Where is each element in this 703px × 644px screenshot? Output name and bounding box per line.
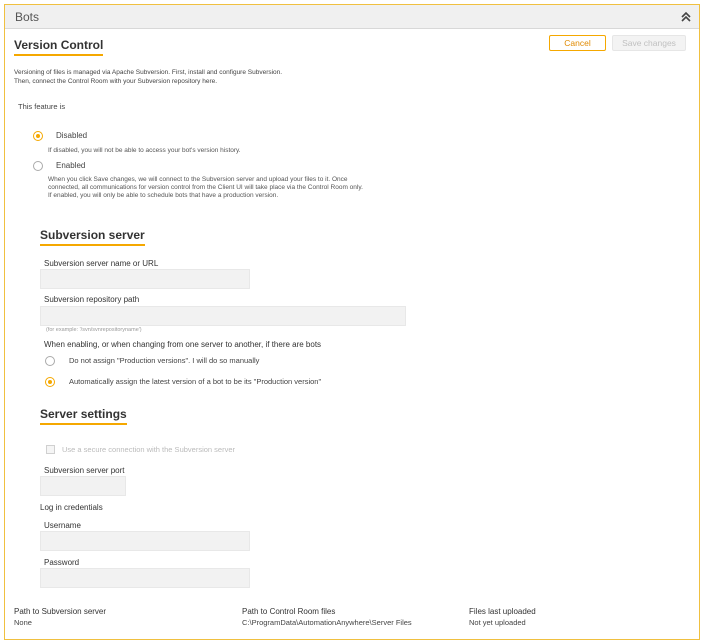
path-cr-value: C:\ProgramData\AutomationAnywhere\Server…: [242, 618, 412, 627]
path-svn-value: None: [14, 618, 32, 627]
feature-label: This feature is: [18, 102, 66, 111]
path-svn-label: Path to Subversion server: [14, 607, 107, 616]
repo-path-label: Subversion repository path: [44, 295, 140, 304]
last-uploaded-label: Files last uploaded: [469, 607, 536, 616]
disabled-radio[interactable]: [33, 131, 43, 141]
cancel-button[interactable]: Cancel: [549, 35, 606, 51]
enabled-help: When you click Save changes, we will con…: [48, 176, 363, 200]
server-url-label: Subversion server name or URL: [44, 259, 159, 268]
panel-title: Bots: [15, 10, 40, 24]
port-input[interactable]: [40, 476, 126, 496]
credentials-label: Log in credentials: [40, 503, 103, 512]
enabled-label: Enabled: [56, 161, 86, 170]
username-input[interactable]: [40, 531, 250, 551]
port-label: Subversion server port: [44, 466, 125, 475]
last-uploaded-value: Not yet uploaded: [469, 618, 526, 627]
disabled-help: If disabled, you will not be able to acc…: [48, 147, 241, 154]
password-input[interactable]: [40, 568, 250, 588]
disabled-label: Disabled: [56, 131, 88, 140]
do-not-assign-label: Do not assign "Production versions". I w…: [69, 356, 260, 365]
version-control-title: Version Control: [14, 38, 104, 56]
username-label: Username: [44, 521, 81, 530]
auto-assign-radio[interactable]: [45, 377, 55, 387]
repo-path-hint: (for example: '/svn/svnrepositoryname'): [46, 327, 142, 333]
subversion-server-title: Subversion server: [40, 228, 145, 246]
secure-connection-label: Use a secure connection with the Subvers…: [62, 445, 236, 454]
assign-label: When enabling, or when changing from one…: [44, 340, 322, 349]
repo-path-input[interactable]: [40, 306, 406, 326]
save-changes-button[interactable]: Save changes: [612, 35, 686, 51]
secure-connection-checkbox[interactable]: [46, 445, 55, 454]
enabled-radio[interactable]: [33, 161, 43, 171]
do-not-assign-radio[interactable]: [45, 356, 55, 366]
server-settings-title: Server settings: [40, 407, 127, 425]
auto-assign-label: Automatically assign the latest version …: [69, 377, 322, 386]
panel-header: Bots: [5, 5, 699, 29]
intro-text-line2: Then, connect the Control Room with your…: [14, 78, 218, 85]
path-cr-label: Path to Control Room files: [242, 607, 336, 616]
password-label: Password: [44, 558, 80, 567]
double-chevron-up-icon[interactable]: [679, 9, 693, 25]
server-url-input[interactable]: [40, 269, 250, 289]
